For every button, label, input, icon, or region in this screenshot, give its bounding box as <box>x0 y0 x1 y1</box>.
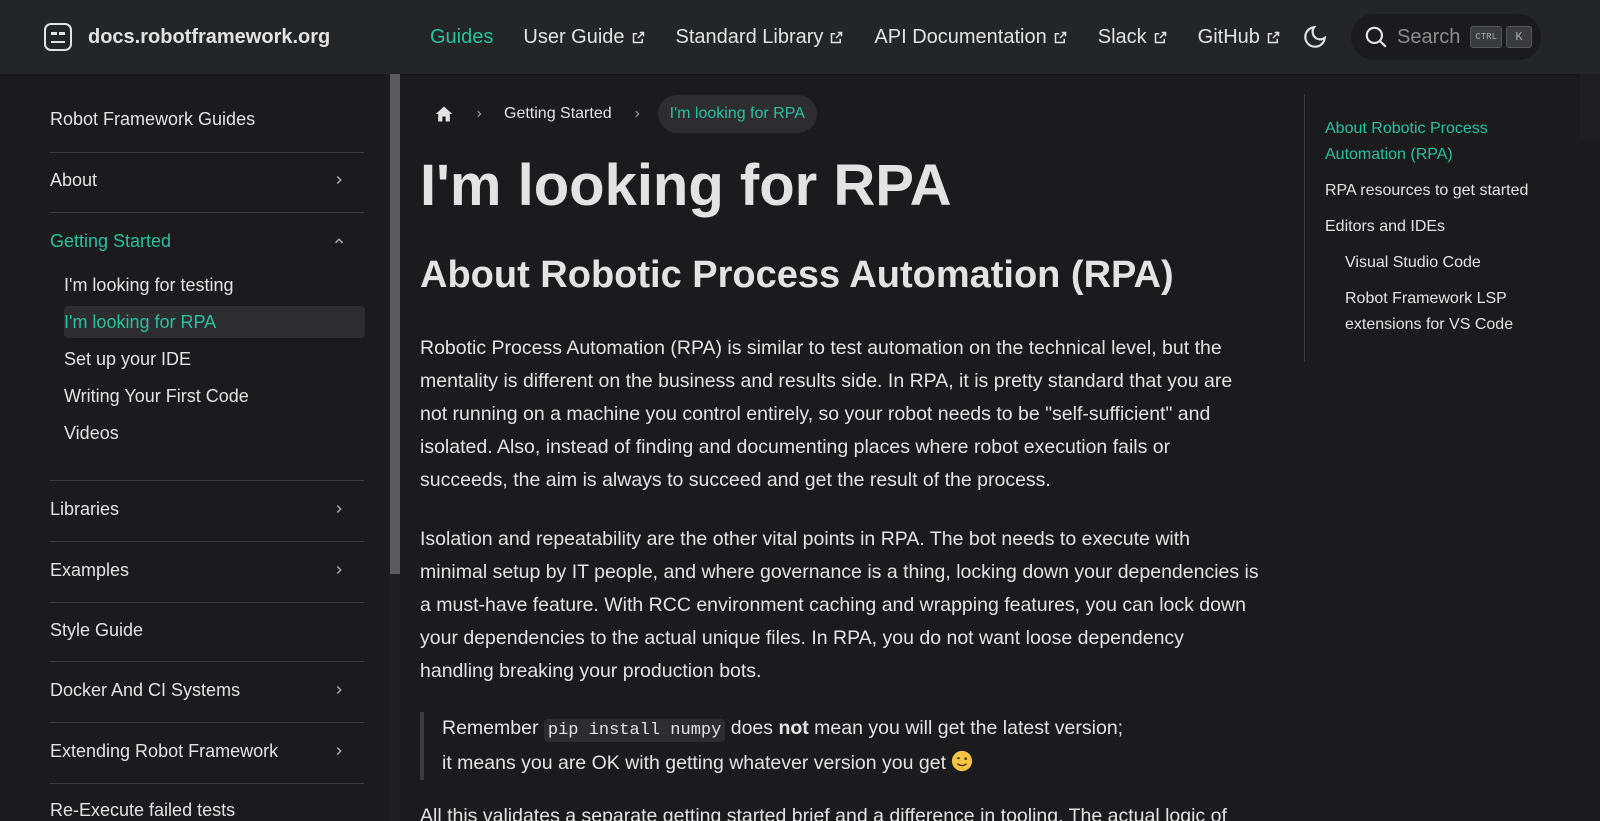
sidebar-item-label: Examples <box>50 559 130 580</box>
sidebar-item-libraries[interactable]: Libraries <box>50 495 364 523</box>
search-label: Search <box>1397 25 1461 48</box>
sidebar-item-docker[interactable]: Docker And CI Systems <box>50 676 364 704</box>
nav-link-github[interactable]: GitHub <box>1198 26 1281 49</box>
chevron-right-icon <box>336 566 342 574</box>
page-title: I'm looking for RPA <box>420 153 952 218</box>
table-of-contents: About Robotic Process Automation (RPA) R… <box>1304 94 1584 362</box>
sidebar-item-about[interactable]: About <box>50 166 364 194</box>
sidebar-item-label: Videos <box>64 422 119 443</box>
nav-link-label: API Documentation <box>874 25 1047 48</box>
sidebar-item-reexecute[interactable]: Re-Execute failed tests <box>50 796 364 821</box>
paragraph-isolation: Isolation and repeatability are the othe… <box>420 528 1259 682</box>
nav-links: Guides User Guide Standard Library API D… <box>430 0 1311 74</box>
winking-face-emoji-icon <box>952 750 973 772</box>
quote-text: mean you will get the latest version; <box>808 717 1124 739</box>
chevron-right-icon <box>336 747 342 755</box>
kbd-ctrl: CTRL <box>1470 26 1502 48</box>
paragraph-intro: Robotic Process Automation (RPA) is simi… <box>420 337 1233 491</box>
external-link-icon <box>1054 31 1066 43</box>
search-icon <box>1365 26 1387 48</box>
sidebar-item-extending[interactable]: Extending Robot Framework <box>50 737 364 765</box>
right-edge-panel <box>1580 74 1600 140</box>
blockquote-remember: Remember pip install numpy does not mean… <box>420 712 1260 780</box>
sidebar-subitem-ide[interactable]: Set up your IDE <box>64 343 365 375</box>
toc-link-lsp-extensions[interactable]: Robot Framework LSP extensions for VS Co… <box>1345 286 1545 338</box>
chevron-right-icon <box>477 110 482 118</box>
sidebar-divider <box>50 212 364 213</box>
toc-link-rpa-resources[interactable]: RPA resources to get started <box>1325 178 1575 204</box>
brand-title: docs.robotframework.org <box>88 25 331 48</box>
sidebar-item-label: Robot Framework Guides <box>50 108 256 129</box>
robot-logo-icon <box>44 23 72 51</box>
sidebar-item-label: About <box>50 169 98 190</box>
section-heading: About Robotic Process Automation (RPA) <box>420 254 1174 296</box>
nav-link-label: Guides <box>430 25 494 48</box>
sidebar-subitem-rpa[interactable]: I'm looking for RPA <box>64 306 365 338</box>
kbd-k: K <box>1505 26 1532 48</box>
quote-text-line2: it means you are OK with getting whateve… <box>442 752 947 774</box>
nav-link-user-guide[interactable]: User Guide <box>523 26 645 49</box>
brand-link[interactable]: docs.robotframework.org <box>44 23 330 51</box>
sidebar-scrollbar-thumb[interactable] <box>390 74 400 574</box>
home-icon[interactable] <box>434 104 454 124</box>
sidebar-divider <box>50 602 364 603</box>
quote-text: Remember <box>442 717 544 739</box>
chevron-right-icon <box>336 176 342 184</box>
sidebar-item-label: I'm looking for RPA <box>64 311 217 332</box>
quote-bold-text: not <box>778 717 809 739</box>
top-navbar: docs.robotframework.org Guides User Guid… <box>0 0 1600 74</box>
sidebar-divider <box>50 661 364 662</box>
nav-link-label: GitHub <box>1197 25 1260 48</box>
quote-text: does <box>725 717 779 739</box>
sidebar-item-label: Docker And CI Systems <box>50 679 241 700</box>
nav-link-api-documentation[interactable]: API Documentation <box>874 26 1067 49</box>
sidebar-item-examples[interactable]: Examples <box>50 556 364 584</box>
external-link-icon <box>632 31 644 43</box>
toc-link-editors[interactable]: Editors and IDEs <box>1325 214 1575 240</box>
breadcrumb-getting-started[interactable]: Getting Started <box>504 105 612 123</box>
sidebar-item-label: Extending Robot Framework <box>50 740 279 761</box>
sidebar-item-label: Set up your IDE <box>64 348 192 369</box>
sidebar-item-label: Writing Your First Code <box>64 385 249 406</box>
search-button[interactable]: Search CTRL K <box>1351 14 1541 60</box>
toc-link-vscode[interactable]: Visual Studio Code <box>1345 250 1575 276</box>
main-content: Getting Started I'm looking for RPA I'm … <box>400 74 1300 821</box>
chevron-up-icon <box>335 238 343 244</box>
nav-link-slack[interactable]: Slack <box>1098 26 1168 49</box>
sidebar-divider <box>50 722 364 723</box>
nav-link-label: User Guide <box>523 25 625 48</box>
chevron-right-icon <box>336 505 342 513</box>
sidebar-item-label: I'm looking for testing <box>64 274 234 295</box>
paragraph-validates: All this validates a separate getting st… <box>420 805 1227 821</box>
sidebar-item-label: Getting Started <box>50 230 172 251</box>
dark-mode-toggle-moon-icon[interactable] <box>1302 24 1328 50</box>
sidebar-item-getting-started[interactable]: Getting Started <box>50 227 364 255</box>
toc-link-about-rpa[interactable]: About Robotic Process Automation (RPA) <box>1325 116 1565 168</box>
sidebar-divider <box>50 783 364 784</box>
nav-link-label: Standard Library <box>675 25 824 48</box>
sidebar-divider <box>50 541 364 542</box>
nav-link-guides[interactable]: Guides <box>430 26 493 49</box>
sidebar-divider <box>50 480 364 481</box>
external-link-icon <box>1267 31 1280 43</box>
chevron-right-icon <box>634 110 640 118</box>
external-link-icon <box>1154 31 1166 43</box>
sidebar: Robot Framework Guides About Getting Sta… <box>0 74 390 821</box>
external-link-icon <box>831 31 843 43</box>
sidebar-item-label: Re-Execute failed tests <box>50 799 236 820</box>
sidebar-divider <box>50 152 364 153</box>
sidebar-subitem-first-code[interactable]: Writing Your First Code <box>64 380 365 412</box>
sidebar-item-label: Libraries <box>50 498 120 519</box>
inline-code: pip install numpy <box>543 719 726 742</box>
sidebar-subitem-testing[interactable]: I'm looking for testing <box>64 269 365 301</box>
breadcrumb-current: I'm looking for RPA <box>657 95 817 133</box>
sidebar-subitem-videos[interactable]: Videos <box>64 417 365 449</box>
sidebar-item-robot-framework-guides[interactable]: Robot Framework Guides <box>50 107 364 131</box>
nav-link-label: Slack <box>1097 25 1147 48</box>
nav-link-standard-library[interactable]: Standard Library <box>676 26 845 49</box>
sidebar-item-label: Style Guide <box>50 619 144 640</box>
sidebar-item-style-guide[interactable]: Style Guide <box>50 616 364 644</box>
breadcrumb: Getting Started I'm looking for RPA <box>420 94 817 134</box>
chevron-right-icon <box>336 686 342 694</box>
